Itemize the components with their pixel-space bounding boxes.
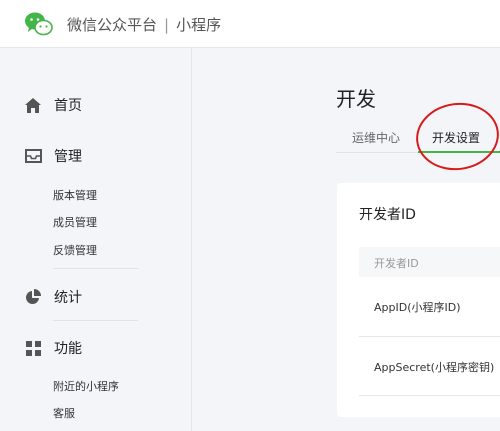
sidebar-divider xyxy=(53,320,138,321)
brand-name: 微信公众平台 xyxy=(67,16,158,34)
card-title: 开发者ID xyxy=(359,207,416,223)
inbox-icon xyxy=(24,147,42,165)
pie-chart-icon xyxy=(24,288,42,306)
sidebar-divider xyxy=(53,268,138,269)
tab-dev-settings[interactable]: 开发设置 xyxy=(432,129,480,146)
developer-id-card: 开发者ID 开发者ID AppID(小程序ID) AppSecret(小程序密钥… xyxy=(337,183,500,417)
active-tab-indicator xyxy=(418,151,500,153)
sidebar-item-stats[interactable]: 统计 xyxy=(24,287,82,307)
sidebar-item-label: 统计 xyxy=(54,290,82,306)
table-header: 开发者ID xyxy=(359,247,500,277)
sidebar-subitem-nearby-miniprogram[interactable]: 附近的小程序 xyxy=(53,378,119,394)
sidebar-subitem-feedback[interactable]: 反馈管理 xyxy=(53,242,97,258)
sidebar-item-features[interactable]: 功能 xyxy=(24,338,82,358)
sidebar-item-home[interactable]: 首页 xyxy=(24,95,82,115)
sidebar-subitem-members[interactable]: 成员管理 xyxy=(53,214,97,230)
page-title: 开发 xyxy=(336,87,376,111)
sidebar-item-label: 功能 xyxy=(54,341,82,357)
wechat-logo-icon[interactable] xyxy=(24,11,54,37)
grid-icon xyxy=(24,339,42,357)
table-row-appid: AppID(小程序ID) xyxy=(374,301,461,314)
table-row-divider xyxy=(359,336,500,337)
sidebar-item-label: 首页 xyxy=(54,98,82,114)
top-bar: 微信公众平台 | 小程序 xyxy=(0,0,500,48)
sidebar-item-label: 管理 xyxy=(54,149,82,165)
home-icon xyxy=(24,96,42,114)
sidebar-item-manage[interactable]: 管理 xyxy=(24,146,82,166)
brand-separator: | xyxy=(164,16,170,34)
table-header-cell: 开发者ID xyxy=(374,257,419,270)
table-row-appsecret: AppSecret(小程序密钥) xyxy=(374,361,495,374)
table-row-divider xyxy=(359,395,500,396)
sidebar-subitem-version[interactable]: 版本管理 xyxy=(53,187,97,203)
tab-ops-center[interactable]: 运维中心 xyxy=(352,129,400,146)
sidebar-subitem-customer-service[interactable]: 客服 xyxy=(53,405,75,421)
product-name: 小程序 xyxy=(176,16,222,34)
brand-title[interactable]: 微信公众平台 | 小程序 xyxy=(67,14,221,35)
